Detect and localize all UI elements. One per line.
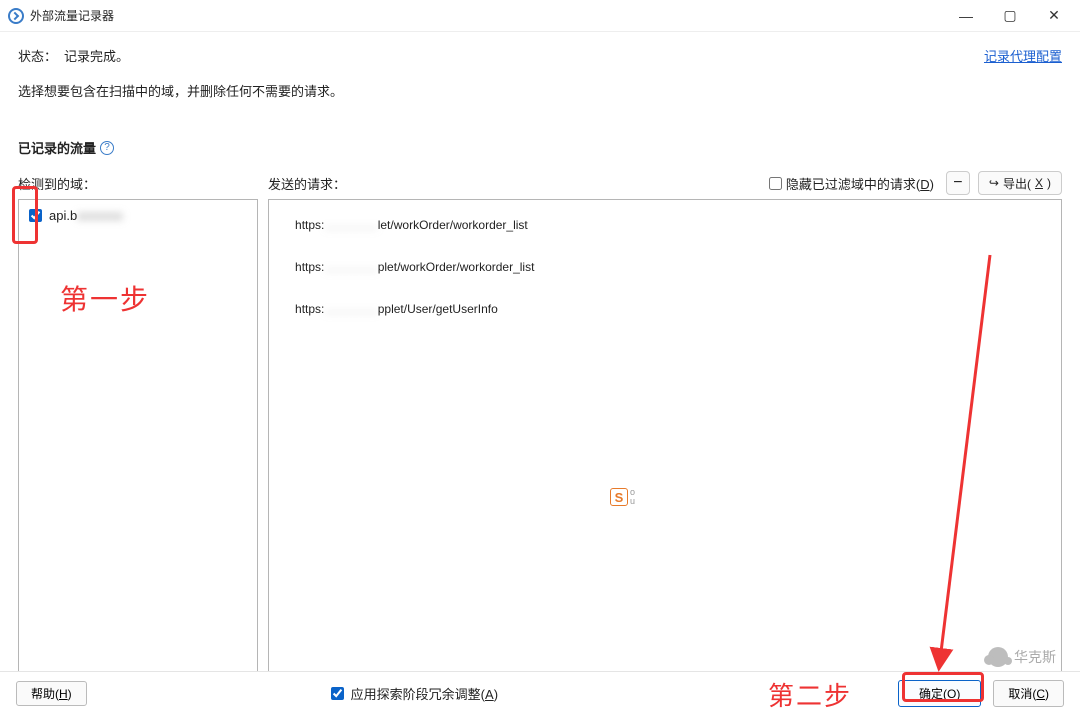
app-icon	[8, 8, 24, 24]
request-row[interactable]: https:................plet/workOrder/wor…	[275, 246, 1055, 288]
ime-indicator-icon: S ou	[610, 487, 644, 507]
cancel-button[interactable]: 取消(C)	[993, 680, 1064, 707]
minimize-button[interactable]: —	[944, 1, 988, 31]
hide-filtered-label: 隐藏已过滤域中的请求(D)	[786, 174, 934, 193]
adjust-checkbox[interactable]: 应用探索阶段冗余调整(A)	[327, 684, 498, 703]
ok-button[interactable]: 确定(O)	[898, 680, 981, 707]
bottombar: 帮助(H) 应用探索阶段冗余调整(A) 确定(O) 取消(C)	[0, 671, 1080, 715]
window-controls: — ▢ ✕	[944, 1, 1076, 31]
section-title: 已记录的流量 ?	[0, 138, 1080, 157]
domain-checkbox[interactable]	[29, 209, 42, 222]
help-icon[interactable]: ?	[100, 141, 114, 155]
titlebar: 外部流量记录器 — ▢ ✕	[0, 0, 1080, 32]
export-arrow-icon: ↪	[989, 176, 999, 190]
export-button[interactable]: ↪ 导出(X)	[978, 171, 1062, 195]
status-value: 记录完成。	[64, 46, 129, 65]
adjust-label: 应用探索阶段冗余调整(A)	[351, 684, 498, 703]
request-row[interactable]: https:................pplet/User/getUser…	[275, 288, 1055, 330]
remove-button[interactable]: −	[946, 171, 970, 195]
adjust-input[interactable]	[331, 687, 344, 700]
hide-filtered-input[interactable]	[769, 177, 782, 190]
status-label: 状态：	[18, 46, 64, 65]
columns-header: 检测到的域： 发送的请求： 隐藏已过滤域中的请求(D) − ↪ 导出(X)	[0, 171, 1080, 195]
status-row: 状态： 记录完成。 记录代理配置	[18, 46, 1062, 65]
help-button[interactable]: 帮助(H)	[16, 681, 87, 706]
instruction-text: 选择想要包含在扫描中的域，并删除任何不需要的请求。	[18, 81, 1062, 100]
section-title-label: 已记录的流量	[18, 138, 96, 157]
domains-panel[interactable]: api.bxxxxxxx	[18, 199, 258, 687]
domain-text: api.bxxxxxxx	[49, 208, 123, 223]
requests-panel[interactable]: https:................let/workOrder/work…	[268, 199, 1062, 687]
request-row[interactable]: https:................let/workOrder/work…	[275, 204, 1055, 246]
window-title: 外部流量记录器	[30, 7, 114, 24]
maximize-button[interactable]: ▢	[988, 1, 1032, 31]
domains-label: 检测到的域：	[18, 174, 268, 193]
hide-filtered-checkbox[interactable]: 隐藏已过滤域中的请求(D)	[765, 174, 934, 193]
config-link[interactable]: 记录代理配置	[984, 46, 1062, 65]
close-button[interactable]: ✕	[1032, 1, 1076, 31]
panels: api.bxxxxxxx https:................let/w…	[0, 195, 1080, 687]
header: 状态： 记录完成。 记录代理配置 选择想要包含在扫描中的域，并删除任何不需要的请…	[0, 32, 1080, 108]
domain-item[interactable]: api.bxxxxxxx	[25, 204, 251, 227]
requests-label: 发送的请求：	[268, 174, 346, 193]
